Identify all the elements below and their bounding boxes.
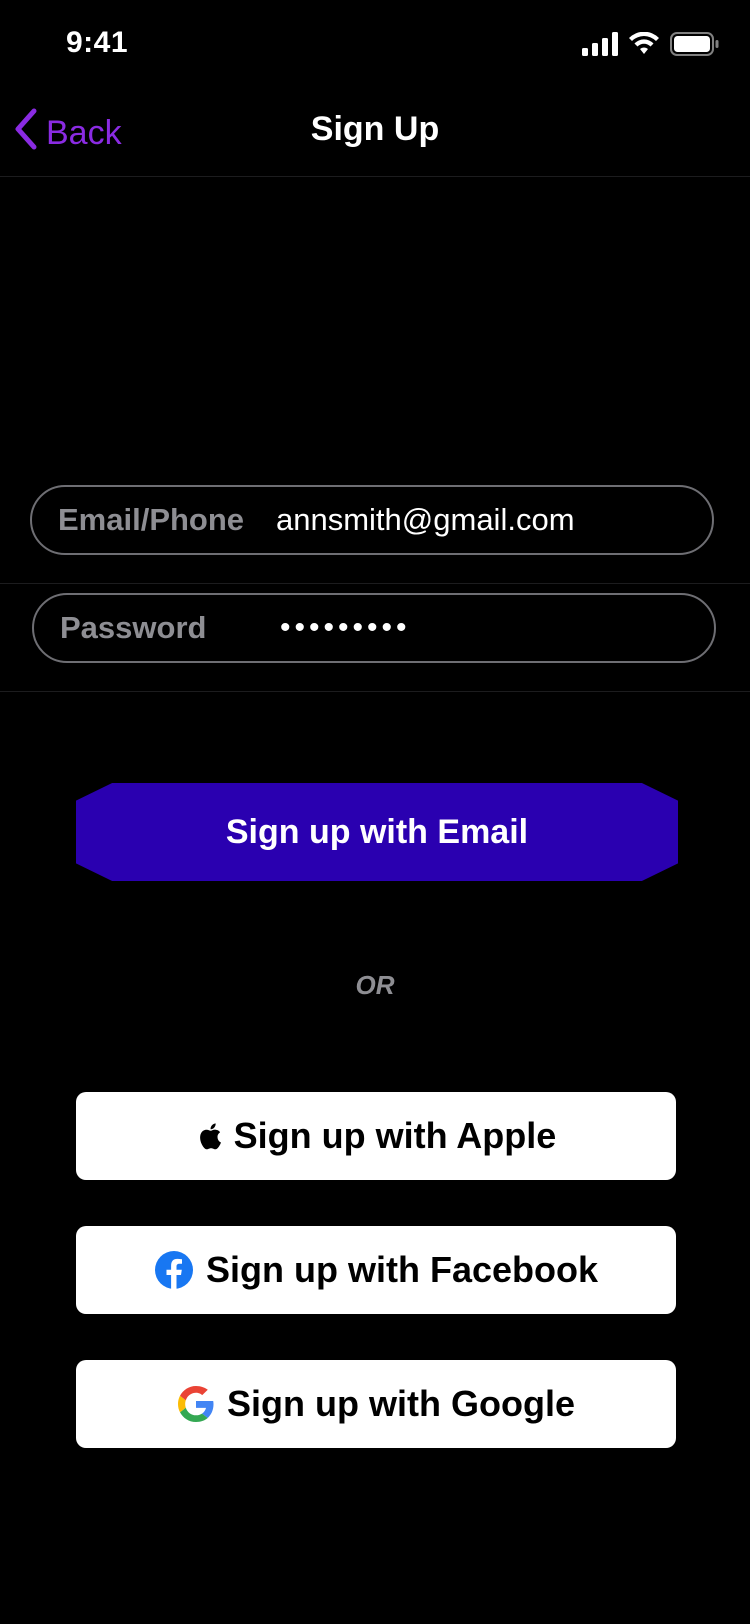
sign-up-google-button[interactable]: Sign up with Google bbox=[76, 1360, 676, 1448]
password-row: Password ••••••••• bbox=[0, 583, 750, 692]
password-field-label: Password bbox=[60, 610, 207, 645]
email-field-value[interactable]: annsmith@gmail.com bbox=[276, 502, 575, 538]
email-field-label: Email/Phone bbox=[58, 502, 245, 537]
sign-up-apple-label: Sign up with Apple bbox=[233, 1115, 557, 1156]
password-field-value[interactable]: ••••••••• bbox=[280, 611, 411, 645]
status-icons bbox=[582, 31, 720, 61]
signal-icon bbox=[582, 32, 618, 61]
password-field[interactable]: Password ••••••••• bbox=[32, 593, 716, 663]
wifi-icon bbox=[628, 31, 660, 61]
sign-up-apple-button[interactable]: Sign up with Apple bbox=[76, 1092, 676, 1180]
status-bar: 9:41 bbox=[0, 0, 750, 90]
navigation-bar: Back Sign Up bbox=[0, 90, 750, 177]
or-divider: OR bbox=[355, 970, 395, 1000]
email-field[interactable]: Email/Phone annsmith@gmail.com bbox=[30, 485, 714, 555]
apple-icon bbox=[196, 1121, 222, 1151]
sign-up-facebook-button[interactable]: Sign up with Facebook bbox=[76, 1226, 676, 1314]
sign-up-facebook-label: Sign up with Facebook bbox=[205, 1249, 598, 1290]
battery-icon bbox=[670, 32, 720, 61]
email-row: Email/Phone annsmith@gmail.com bbox=[0, 475, 750, 584]
page-title: Sign Up bbox=[310, 110, 440, 148]
facebook-icon bbox=[154, 1250, 194, 1290]
status-time: 9:41 bbox=[66, 26, 129, 59]
google-icon bbox=[177, 1385, 215, 1423]
sign-up-google-label: Sign up with Google bbox=[227, 1383, 575, 1424]
sign-up-email-button[interactable]: Sign up with Email bbox=[76, 783, 678, 881]
